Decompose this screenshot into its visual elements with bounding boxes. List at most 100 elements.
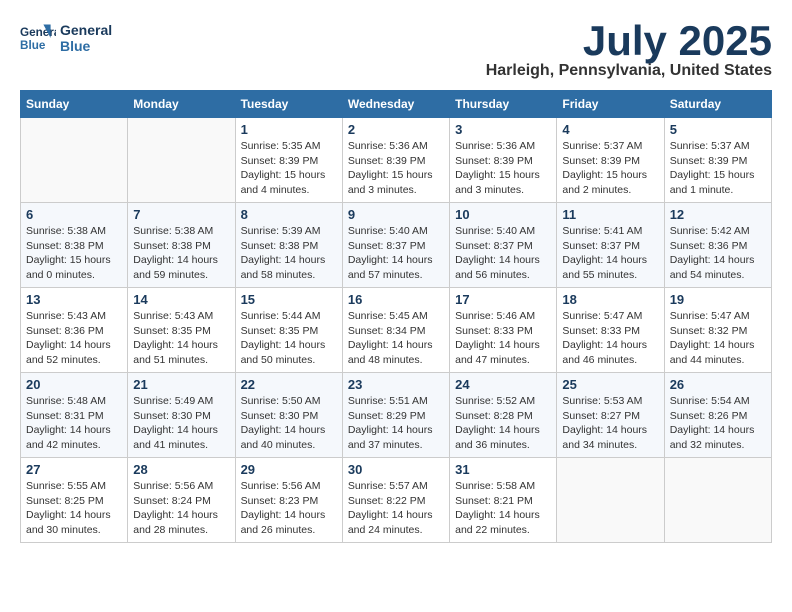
- day-info: Sunrise: 5:36 AMSunset: 8:39 PMDaylight:…: [455, 139, 551, 198]
- calendar-cell: [557, 458, 664, 543]
- day-number: 18: [562, 292, 658, 307]
- day-info: Sunrise: 5:42 AMSunset: 8:36 PMDaylight:…: [670, 224, 766, 283]
- calendar-cell: 19 Sunrise: 5:47 AMSunset: 8:32 PMDayligh…: [664, 288, 771, 373]
- calendar-cell: 13 Sunrise: 5:43 AMSunset: 8:36 PMDayligh…: [21, 288, 128, 373]
- day-number: 26: [670, 377, 766, 392]
- day-number: 28: [133, 462, 229, 477]
- calendar-cell: 3 Sunrise: 5:36 AMSunset: 8:39 PMDaylight…: [450, 118, 557, 203]
- calendar-cell: [21, 118, 128, 203]
- day-number: 2: [348, 122, 444, 137]
- weekday-header: Friday: [557, 91, 664, 118]
- calendar-cell: 27 Sunrise: 5:55 AMSunset: 8:25 PMDayligh…: [21, 458, 128, 543]
- calendar-week-row: 6 Sunrise: 5:38 AMSunset: 8:38 PMDaylight…: [21, 203, 772, 288]
- day-info: Sunrise: 5:45 AMSunset: 8:34 PMDaylight:…: [348, 309, 444, 368]
- calendar-cell: 29 Sunrise: 5:56 AMSunset: 8:23 PMDayligh…: [235, 458, 342, 543]
- day-number: 21: [133, 377, 229, 392]
- calendar-cell: 12 Sunrise: 5:42 AMSunset: 8:36 PMDayligh…: [664, 203, 771, 288]
- day-info: Sunrise: 5:47 AMSunset: 8:32 PMDaylight:…: [670, 309, 766, 368]
- day-info: Sunrise: 5:37 AMSunset: 8:39 PMDaylight:…: [562, 139, 658, 198]
- logo-line2: Blue: [60, 38, 112, 54]
- logo-line1: General: [60, 22, 112, 38]
- day-number: 11: [562, 207, 658, 222]
- day-info: Sunrise: 5:58 AMSunset: 8:21 PMDaylight:…: [455, 479, 551, 538]
- calendar-cell: 14 Sunrise: 5:43 AMSunset: 8:35 PMDayligh…: [128, 288, 235, 373]
- calendar-cell: 30Sunrise: 5:57 AMSunset: 8:22 PMDayligh…: [342, 458, 449, 543]
- day-number: 5: [670, 122, 766, 137]
- day-number: 8: [241, 207, 337, 222]
- page-header: General Blue General Blue July 2025 Harl…: [20, 20, 772, 80]
- calendar-cell: 23 Sunrise: 5:51 AMSunset: 8:29 PMDayligh…: [342, 373, 449, 458]
- calendar-cell: 15Sunrise: 5:44 AMSunset: 8:35 PMDayligh…: [235, 288, 342, 373]
- calendar-cell: 24 Sunrise: 5:52 AMSunset: 8:28 PMDayligh…: [450, 373, 557, 458]
- calendar-week-row: 13 Sunrise: 5:43 AMSunset: 8:36 PMDayligh…: [21, 288, 772, 373]
- day-info: Sunrise: 5:51 AMSunset: 8:29 PMDaylight:…: [348, 394, 444, 453]
- weekday-header: Tuesday: [235, 91, 342, 118]
- calendar-cell: 26 Sunrise: 5:54 AMSunset: 8:26 PMDayligh…: [664, 373, 771, 458]
- calendar-cell: 17 Sunrise: 5:46 AMSunset: 8:33 PMDayligh…: [450, 288, 557, 373]
- calendar-week-row: 27 Sunrise: 5:55 AMSunset: 8:25 PMDayligh…: [21, 458, 772, 543]
- day-number: 24: [455, 377, 551, 392]
- day-info: Sunrise: 5:53 AMSunset: 8:27 PMDaylight:…: [562, 394, 658, 453]
- day-number: 29: [241, 462, 337, 477]
- calendar-cell: 18Sunrise: 5:47 AMSunset: 8:33 PMDayligh…: [557, 288, 664, 373]
- day-info: Sunrise: 5:56 AMSunset: 8:24 PMDaylight:…: [133, 479, 229, 538]
- day-number: 6: [26, 207, 122, 222]
- day-number: 14: [133, 292, 229, 307]
- day-number: 4: [562, 122, 658, 137]
- day-info: Sunrise: 5:36 AMSunset: 8:39 PMDaylight:…: [348, 139, 444, 198]
- day-info: Sunrise: 5:44 AMSunset: 8:35 PMDaylight:…: [241, 309, 337, 368]
- day-info: Sunrise: 5:57 AMSunset: 8:22 PMDaylight:…: [348, 479, 444, 538]
- day-number: 9: [348, 207, 444, 222]
- calendar-cell: 20Sunrise: 5:48 AMSunset: 8:31 PMDayligh…: [21, 373, 128, 458]
- day-number: 19: [670, 292, 766, 307]
- calendar-cell: 21Sunrise: 5:49 AMSunset: 8:30 PMDayligh…: [128, 373, 235, 458]
- day-number: 17: [455, 292, 551, 307]
- calendar-cell: 22 Sunrise: 5:50 AMSunset: 8:30 PMDayligh…: [235, 373, 342, 458]
- day-number: 22: [241, 377, 337, 392]
- day-info: Sunrise: 5:46 AMSunset: 8:33 PMDaylight:…: [455, 309, 551, 368]
- calendar-cell: 1 Sunrise: 5:35 AMSunset: 8:39 PMDaylight…: [235, 118, 342, 203]
- weekday-header: Wednesday: [342, 91, 449, 118]
- day-info: Sunrise: 5:41 AMSunset: 8:37 PMDaylight:…: [562, 224, 658, 283]
- calendar-cell: 6 Sunrise: 5:38 AMSunset: 8:38 PMDaylight…: [21, 203, 128, 288]
- calendar-cell: 9 Sunrise: 5:40 AMSunset: 8:37 PMDaylight…: [342, 203, 449, 288]
- svg-text:Blue: Blue: [20, 39, 46, 52]
- calendar-cell: [128, 118, 235, 203]
- calendar-week-row: 20Sunrise: 5:48 AMSunset: 8:31 PMDayligh…: [21, 373, 772, 458]
- calendar-cell: 16 Sunrise: 5:45 AMSunset: 8:34 PMDayligh…: [342, 288, 449, 373]
- calendar-header-row: SundayMondayTuesdayWednesdayThursdayFrid…: [21, 91, 772, 118]
- day-info: Sunrise: 5:35 AMSunset: 8:39 PMDaylight:…: [241, 139, 337, 198]
- logo: General Blue General Blue: [20, 20, 112, 56]
- day-number: 13: [26, 292, 122, 307]
- day-info: Sunrise: 5:56 AMSunset: 8:23 PMDaylight:…: [241, 479, 337, 538]
- day-number: 20: [26, 377, 122, 392]
- day-number: 3: [455, 122, 551, 137]
- day-info: Sunrise: 5:37 AMSunset: 8:39 PMDaylight:…: [670, 139, 766, 198]
- day-info: Sunrise: 5:43 AMSunset: 8:35 PMDaylight:…: [133, 309, 229, 368]
- calendar-cell: 7 Sunrise: 5:38 AMSunset: 8:38 PMDaylight…: [128, 203, 235, 288]
- calendar-cell: 5 Sunrise: 5:37 AMSunset: 8:39 PMDaylight…: [664, 118, 771, 203]
- calendar-table: SundayMondayTuesdayWednesdayThursdayFrid…: [20, 90, 772, 543]
- day-info: Sunrise: 5:40 AMSunset: 8:37 PMDaylight:…: [348, 224, 444, 283]
- calendar-cell: 28 Sunrise: 5:56 AMSunset: 8:24 PMDayligh…: [128, 458, 235, 543]
- day-number: 12: [670, 207, 766, 222]
- day-number: 23: [348, 377, 444, 392]
- day-number: 1: [241, 122, 337, 137]
- day-info: Sunrise: 5:50 AMSunset: 8:30 PMDaylight:…: [241, 394, 337, 453]
- day-info: Sunrise: 5:43 AMSunset: 8:36 PMDaylight:…: [26, 309, 122, 368]
- day-number: 10: [455, 207, 551, 222]
- title-block: July 2025 Harleigh, Pennsylvania, United…: [486, 20, 772, 80]
- day-number: 27: [26, 462, 122, 477]
- day-number: 16: [348, 292, 444, 307]
- day-info: Sunrise: 5:39 AMSunset: 8:38 PMDaylight:…: [241, 224, 337, 283]
- day-info: Sunrise: 5:52 AMSunset: 8:28 PMDaylight:…: [455, 394, 551, 453]
- calendar-cell: 11 Sunrise: 5:41 AMSunset: 8:37 PMDayligh…: [557, 203, 664, 288]
- location-title: Harleigh, Pennsylvania, United States: [486, 62, 772, 80]
- day-info: Sunrise: 5:38 AMSunset: 8:38 PMDaylight:…: [26, 224, 122, 283]
- day-info: Sunrise: 5:54 AMSunset: 8:26 PMDaylight:…: [670, 394, 766, 453]
- day-number: 7: [133, 207, 229, 222]
- weekday-header: Monday: [128, 91, 235, 118]
- day-info: Sunrise: 5:38 AMSunset: 8:38 PMDaylight:…: [133, 224, 229, 283]
- calendar-cell: 8 Sunrise: 5:39 AMSunset: 8:38 PMDaylight…: [235, 203, 342, 288]
- day-info: Sunrise: 5:55 AMSunset: 8:25 PMDaylight:…: [26, 479, 122, 538]
